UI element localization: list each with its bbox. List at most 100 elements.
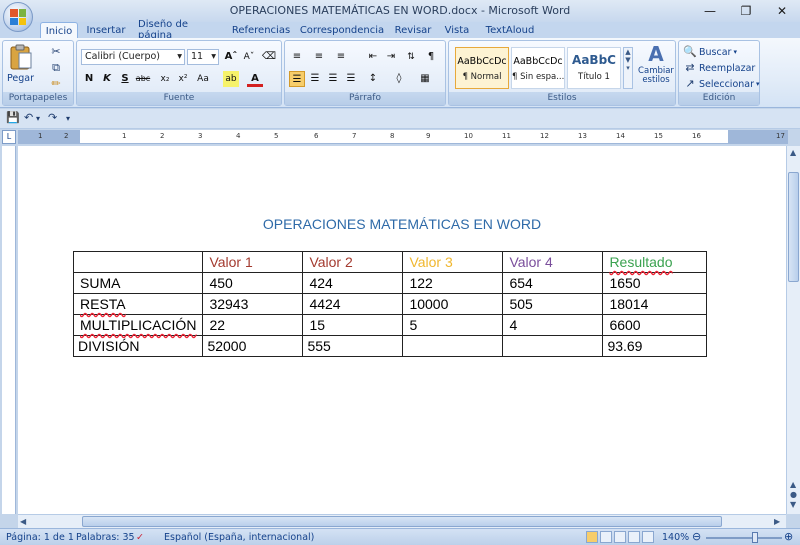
horizontal-scroll-thumb[interactable] (82, 516, 722, 527)
change-styles-button[interactable]: A Cambiar estilos (637, 43, 675, 86)
table-cell[interactable]: 654 (502, 272, 604, 294)
zoom-level[interactable]: 140% (662, 532, 689, 543)
table-cell[interactable]: 6600 (602, 314, 708, 336)
word-count[interactable]: Palabras: 35 (76, 532, 135, 543)
style-normal[interactable]: AaBbCcDc ¶ Normal (455, 47, 509, 89)
tab-inicio[interactable]: Inicio (40, 22, 78, 39)
select-button[interactable]: ↗ Seleccionar ▾ (683, 77, 759, 91)
bullets-icon[interactable]: ≡ (289, 49, 305, 65)
zoom-out-icon[interactable]: ⊖ (692, 530, 701, 543)
minimize-icon[interactable]: — (692, 0, 728, 22)
show-marks-icon[interactable]: ¶ (423, 49, 439, 65)
tab-correspondencia[interactable]: Correspondencia (300, 22, 384, 38)
zoom-slider-thumb[interactable] (752, 532, 758, 543)
tab-diseno-pagina[interactable]: Diseño de página (138, 19, 222, 41)
print-layout-view-icon[interactable] (586, 531, 598, 543)
font-name-dropdown[interactable]: Calibri (Cuerpo) ▾ (81, 49, 185, 65)
styles-scroll[interactable]: ▲ ▼ ▾ (623, 47, 633, 89)
borders-icon[interactable]: ▦ (417, 71, 433, 87)
web-layout-view-icon[interactable] (614, 531, 626, 543)
scroll-right-icon[interactable]: ▶ (774, 517, 780, 526)
line-spacing-icon[interactable]: ↕ (365, 71, 381, 87)
tab-vista[interactable]: Vista (442, 22, 472, 38)
draft-view-icon[interactable] (642, 531, 654, 543)
cut-icon[interactable]: ✂ (49, 45, 63, 59)
table-cell[interactable]: 4 (502, 314, 604, 336)
table-cell[interactable]: 32943 (202, 293, 304, 315)
table-cell[interactable]: MULTIPLICACIÓN (72, 314, 204, 336)
table-cell[interactable]: 1650 (602, 272, 708, 294)
table-cell[interactable]: 15 (302, 314, 404, 336)
paste-button[interactable]: Pegar (7, 43, 34, 84)
tab-referencias[interactable]: Referencias (232, 22, 290, 38)
align-center-icon[interactable]: ☰ (307, 71, 323, 87)
subscript-icon[interactable]: x₂ (157, 71, 173, 87)
scroll-left-icon[interactable]: ◀ (20, 517, 26, 526)
page-count[interactable]: Página: 1 de 1 (6, 532, 74, 543)
table-cell[interactable] (502, 335, 604, 357)
chevron-down-icon[interactable]: ▾ (36, 114, 40, 123)
document-page[interactable]: OPERACIONES MATEMÁTICAS EN WORD Valor 1 … (18, 146, 786, 514)
full-screen-view-icon[interactable] (600, 531, 612, 543)
zoom-slider[interactable] (706, 537, 782, 539)
increase-indent-icon[interactable]: ⇥ (383, 49, 399, 65)
style-no-spacing[interactable]: AaBbCcDc ¶ Sin espa... (511, 47, 565, 89)
table-cell[interactable]: 5 (402, 314, 504, 336)
table-cell[interactable]: 18014 (602, 293, 708, 315)
table-cell[interactable]: RESTA (72, 293, 204, 315)
browse-object-icon[interactable]: ● (790, 490, 797, 499)
sort-icon[interactable]: ⇅ (403, 49, 419, 65)
clear-format-icon[interactable]: ⌫ (261, 49, 277, 65)
align-left-icon[interactable]: ☰ (289, 71, 305, 87)
horizontal-scrollbar[interactable]: ◀ ▶ (18, 514, 786, 528)
font-color-icon[interactable]: A (247, 71, 263, 87)
find-button[interactable]: 🔍 Buscar ▾ (683, 45, 737, 59)
table-cell[interactable]: 424 (302, 272, 404, 294)
next-page-icon[interactable]: ▼ (790, 500, 796, 509)
vertical-scrollbar[interactable]: ▲ ▲ ● ▼ (786, 146, 800, 514)
scroll-up-icon[interactable]: ▲ (790, 148, 796, 157)
office-button[interactable] (3, 2, 33, 32)
change-case-icon[interactable]: Aa (195, 71, 211, 87)
horizontal-ruler[interactable]: 1 2 1 2 3 4 5 6 7 8 9 10 11 12 13 14 15 … (18, 130, 788, 144)
table-cell[interactable]: 22 (202, 314, 304, 336)
undo-icon[interactable]: ↶ (24, 111, 33, 124)
zoom-in-icon[interactable]: ⊕ (784, 530, 793, 543)
underline-icon[interactable]: S (117, 71, 133, 87)
table-cell[interactable]: 555 (302, 335, 404, 357)
bold-icon[interactable]: N (81, 71, 97, 87)
format-painter-icon[interactable]: ✏ (49, 77, 63, 91)
table-cell[interactable]: 505 (502, 293, 604, 315)
shading-icon[interactable]: ◊ (391, 71, 407, 87)
table-cell[interactable] (402, 335, 504, 357)
replace-button[interactable]: ⇄ Reemplazar (683, 61, 755, 75)
vertical-scroll-thumb[interactable] (788, 172, 799, 282)
table-header-cell[interactable]: Valor 2 (302, 251, 404, 273)
grow-font-icon[interactable]: Aˆ (223, 49, 239, 65)
numbering-icon[interactable]: ≡ (311, 49, 327, 65)
table-header-cell[interactable]: Valor 3 (402, 251, 504, 273)
customize-toolbar-icon[interactable]: ▾ (66, 114, 70, 123)
font-size-dropdown[interactable]: 11 ▾ (187, 49, 219, 65)
table-header-cell[interactable]: Valor 4 (502, 251, 604, 273)
copy-icon[interactable]: ⧉ (49, 61, 63, 75)
tab-selector[interactable]: L (2, 130, 16, 144)
table-cell[interactable]: 10000 (402, 293, 504, 315)
vertical-ruler[interactable] (2, 146, 16, 514)
tab-revisar[interactable]: Revisar (392, 22, 434, 38)
style-heading-1[interactable]: AaBbC Título 1 (567, 47, 621, 89)
strikethrough-icon[interactable]: abc (135, 71, 151, 87)
table-cell[interactable]: 52000 (202, 335, 304, 357)
tab-insertar[interactable]: Insertar (84, 22, 128, 38)
restore-icon[interactable]: ❐ (728, 0, 764, 22)
redo-icon[interactable]: ↷ (48, 111, 57, 124)
proofing-icon[interactable]: ✓ (136, 532, 144, 543)
table-header-cell[interactable]: Resultado (602, 251, 708, 273)
justify-icon[interactable]: ☰ (343, 71, 359, 87)
table-cell[interactable]: 122 (402, 272, 504, 294)
table-cell[interactable]: 93.69 (602, 335, 708, 357)
superscript-icon[interactable]: x² (175, 71, 191, 87)
italic-icon[interactable]: K (99, 71, 115, 87)
table-cell[interactable]: 4424 (302, 293, 404, 315)
table-cell[interactable]: SUMA (72, 272, 204, 294)
